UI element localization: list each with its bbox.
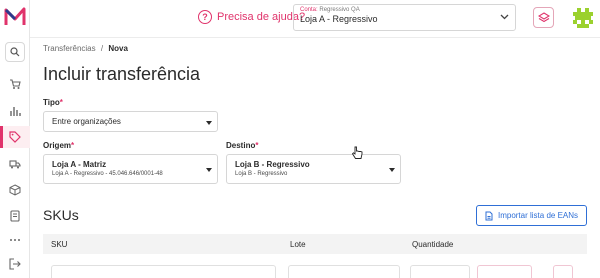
- search-icon: [10, 47, 20, 57]
- bar-chart-icon: [10, 107, 21, 116]
- tag-icon: [9, 131, 21, 143]
- sidebar-item-sales[interactable]: [7, 76, 23, 92]
- skus-title: SKUs: [43, 207, 79, 223]
- caret-down-icon: [206, 121, 212, 125]
- document-icon: [10, 210, 20, 222]
- import-eans-button[interactable]: Importar lista de EANs: [476, 205, 587, 226]
- destino-select[interactable]: Loja B - Regressivo Loja B - Regressivo: [226, 154, 401, 184]
- user-avatar[interactable]: [571, 6, 595, 30]
- cart-icon: [10, 79, 21, 89]
- destino-subtitle: Loja B - Regressivo: [235, 171, 288, 177]
- tipo-label-text: Tipo: [43, 98, 60, 107]
- question-icon: ?: [198, 10, 212, 24]
- destino-title: Loja B - Regressivo: [235, 160, 310, 169]
- required-mark: *: [255, 141, 259, 150]
- file-icon: [485, 211, 493, 220]
- box-icon: [9, 184, 21, 196]
- sidebar-item-logistics[interactable]: [7, 156, 23, 172]
- page-title: Incluir transferência: [43, 64, 201, 84]
- breadcrumb-separator: /: [100, 44, 104, 53]
- sidebar: [0, 0, 30, 278]
- origem-select[interactable]: Loja A - Matriz Loja A - Regressivo - 45…: [43, 154, 218, 184]
- sku-input[interactable]: [51, 265, 276, 278]
- account-prefix: Conta:: [300, 7, 318, 13]
- layers-button[interactable]: [533, 7, 554, 28]
- account-name: Regressivo QA: [319, 7, 360, 13]
- hand-cursor-icon: [351, 146, 363, 159]
- row-action-button[interactable]: [477, 265, 532, 278]
- chevron-down-icon: [500, 14, 509, 20]
- table-row: [43, 262, 587, 278]
- sidebar-item-reports[interactable]: [7, 103, 23, 119]
- lote-input[interactable]: [288, 265, 400, 278]
- origem-title: Loja A - Matriz: [52, 160, 107, 169]
- help-link[interactable]: ? Precisa de ajuda?: [198, 10, 305, 24]
- origem-label: Origem*: [43, 141, 74, 150]
- caret-down-icon: [206, 168, 212, 172]
- sidebar-search-button[interactable]: [5, 42, 25, 62]
- tipo-value: Entre organizações: [52, 117, 121, 126]
- sidebar-item-logout[interactable]: [7, 256, 23, 272]
- truck-icon: [9, 160, 21, 169]
- brand-logo-icon[interactable]: [4, 6, 26, 28]
- column-header-quantidade: Quantidade: [412, 240, 454, 249]
- sidebar-item-more[interactable]: [7, 232, 23, 248]
- breadcrumb-current: Nova: [108, 44, 128, 53]
- required-mark: *: [71, 141, 75, 150]
- top-header: ? Precisa de ajuda? Conta: Regressivo QA…: [30, 0, 600, 38]
- import-eans-label: Importar lista de EANs: [497, 211, 579, 220]
- store-selector[interactable]: Conta: Regressivo QA Loja A - Regressivo: [293, 4, 516, 31]
- destino-label-text: Destino: [226, 141, 256, 150]
- sidebar-item-products[interactable]: [7, 129, 23, 145]
- column-header-sku: SKU: [51, 240, 68, 249]
- breadcrumb: Transferências / Nova: [43, 44, 128, 53]
- exit-icon: [9, 258, 21, 270]
- skus-table-header: SKU Lote Quantidade: [43, 234, 587, 254]
- sidebar-item-inventory[interactable]: [7, 182, 23, 198]
- quantity-input[interactable]: [410, 265, 470, 278]
- sidebar-item-documents[interactable]: [7, 208, 23, 224]
- column-header-lote: Lote: [290, 240, 306, 249]
- row-remove-button[interactable]: [553, 265, 573, 278]
- origem-label-text: Origem: [43, 141, 72, 150]
- dots-icon: [10, 239, 20, 241]
- tipo-label: Tipo*: [43, 98, 63, 107]
- store-value: Loja A - Regressivo: [300, 14, 378, 24]
- account-label: Conta: Regressivo QA: [300, 7, 509, 13]
- breadcrumb-parent-link[interactable]: Transferências: [43, 44, 96, 53]
- required-mark: *: [59, 98, 63, 107]
- tipo-select[interactable]: Entre organizações: [43, 111, 218, 132]
- help-label: Precisa de ajuda?: [217, 11, 306, 23]
- destino-label: Destino*: [226, 141, 258, 150]
- origem-subtitle: Loja A - Regressivo - 45.046.646/0001-48: [52, 171, 163, 177]
- caret-down-icon: [389, 168, 395, 172]
- layers-icon: [537, 11, 550, 22]
